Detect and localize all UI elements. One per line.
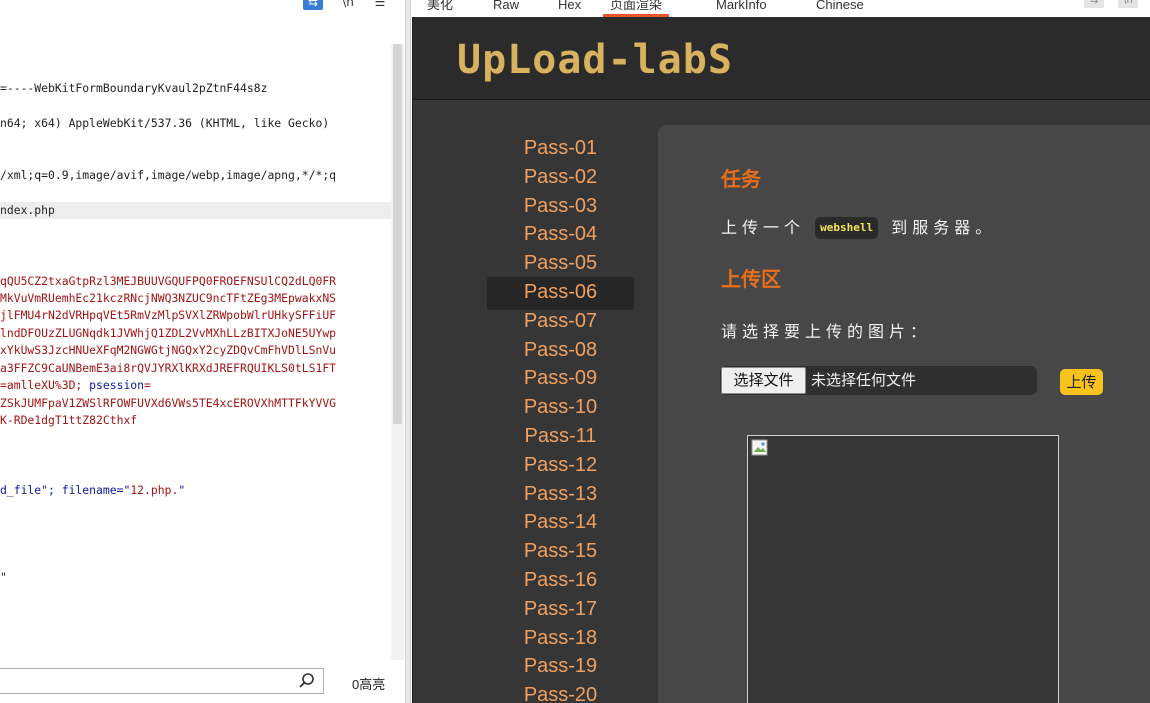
site-logo[interactable]: UpLoad-labS [457,35,747,85]
nav-item-pass-02[interactable]: Pass-02 [487,162,634,195]
code-token: =amlleXU%3D; [0,378,90,392]
menu-icon[interactable]: ☰ [370,0,390,10]
search-input[interactable] [0,669,290,693]
code-line: MkVuVmRUemhEc21kczRNcjNWQ3NZUC9ncTFtZEg3… [0,291,337,305]
response-viewer-pane: 美化 Raw Hex 页面渲染 MarkInfo Chinese ⇆ \n Up… [411,0,1150,703]
code-line-cookie: =amlleXU%3D; psession= [0,377,391,394]
file-status-text: 未选择任何文件 [811,371,917,389]
response-tab-bar: 美化 Raw Hex 页面渲染 MarkInfo Chinese ⇆ \n [411,0,1150,17]
code-line: xYkUwS3JzcHNUeXFqM2NGWGtjNGQxY2cyZDQvCmF… [0,343,337,357]
code-line: K-RDe1dgT1ttZ82Cthxf [0,413,138,427]
newline-toggle[interactable]: \n [338,0,358,10]
code-token: " [178,483,186,497]
code-token-key: d_file"; filename=" [0,483,131,497]
site-header: UpLoad-labS [413,17,1150,100]
code-line: a3FFZC9CaUNBemE3ai8rQVJYRXlKRXdJREFRQUIK… [0,361,337,375]
editor-toolbar: ⇆ \n ☰ [0,0,405,12]
code-line: jlFMU4rN2dVRHpqVEt5RmVzMlpSVXlZRWpobWlrU… [0,308,337,322]
code-line: ZSkJUMFpaV1ZWSlRFOWFUVXd6VWs5TE4xcEROVXh… [0,396,337,410]
site-logo-text: UpLoad-labS [457,37,733,83]
broken-image-icon [751,439,768,456]
nav-item-pass-07[interactable]: Pass-07 [487,306,634,339]
code-line: =----WebKitFormBoundaryKvaul2pZtnF44s8z [0,81,268,95]
editor-scrollbar-thumb[interactable] [393,44,402,424]
code-token: = [144,378,151,392]
file-input[interactable]: 选择文件 未选择任何文件 [720,366,1037,395]
tab-chinese[interactable]: Chinese [816,0,864,15]
task-text-before: 上传一个 [721,217,806,237]
code-line: /xml;q=0.9,image/avif,image/webp,image/a… [0,168,337,182]
tab-raw[interactable]: Raw [493,0,519,15]
request-code-area[interactable]: =----WebKitFormBoundaryKvaul2pZtnF44s8z … [0,0,391,660]
nav-item-pass-20[interactable]: Pass-20 [487,680,634,703]
code-line: qQU5CZ2txaGtpRzl3MEJBUUVGQUFPQ0FROEFNSUl… [0,274,337,288]
wrap-icon[interactable]: ⇆ [1084,0,1104,8]
code-line-filename: d_file"; filename="12.php." [0,482,391,499]
tab-hex[interactable]: Hex [558,0,581,15]
upload-button[interactable]: 上传 [1060,369,1103,395]
code-line: n64; x64) AppleWebKit/537.36 (KHTML, lik… [0,116,330,130]
editor-scrollbar[interactable] [391,44,404,660]
upload-heading: 上传区 [721,267,781,291]
tab-page-render[interactable]: 页面渲染 [603,0,669,15]
nav-item-pass-17[interactable]: Pass-17 [487,594,634,627]
search-icon[interactable] [298,672,316,690]
task-text-after: 到服务器。 [891,217,997,237]
wrap-icon[interactable]: ⇆ [303,0,323,10]
tab-beautify[interactable]: 美化 [427,0,453,15]
newline-icon[interactable]: \n [1118,0,1138,8]
tab-markinfo[interactable]: MarkInfo [716,0,767,15]
code-line: lndDFOUzZLUGNqdk1JVWhjQ1ZDL2VvMXhLLzBITX… [0,326,337,340]
code-token-filename: 12.php. [130,483,179,497]
highlight-count: 0高亮 [352,677,386,692]
code-line: " [0,570,7,584]
content-panel: 任务 上传一个 webshell 到服务器。 上传区 请选择要上传的图片： 选择… [658,125,1150,703]
rendered-page: UpLoad-labS Pass-01 Pass-02 Pass-03 Pass-04… [412,17,1150,703]
nav-item-pass-12[interactable]: Pass-12 [487,450,634,483]
task-description: 上传一个 webshell 到服务器。 [721,214,996,240]
choose-image-label: 请选择要上传的图片： [721,322,932,341]
code-token-key: psession [89,378,145,392]
image-preview-box [747,435,1059,703]
webshell-code-badge: webshell [815,216,879,239]
choose-file-button[interactable]: 选择文件 [721,367,806,394]
code-line-highlighted: ndex.php [0,202,391,219]
search-bar [0,668,324,694]
request-editor-pane: =----WebKitFormBoundaryKvaul2pZtnF44s8z … [0,0,405,703]
task-heading: 任务 [721,167,761,191]
